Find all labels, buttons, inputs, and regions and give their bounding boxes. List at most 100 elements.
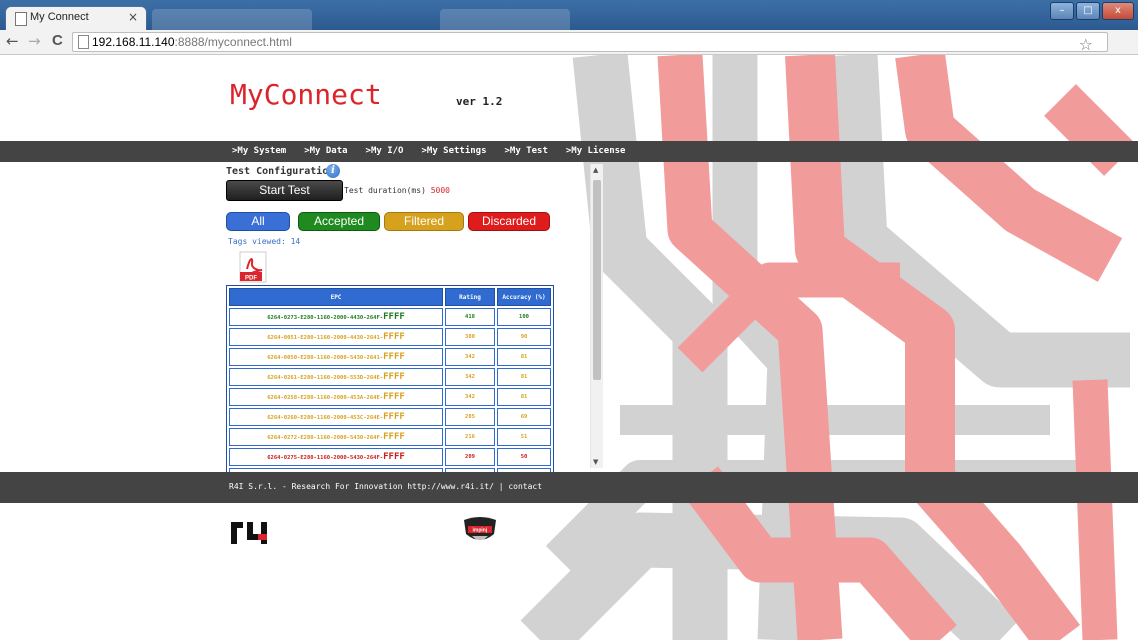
table-row[interactable]: 6264-0260-E280-1160-2000-453C-264E-FFFF 2…: [229, 408, 551, 426]
rating-cell: 216: [445, 428, 495, 446]
menu-my-settings[interactable]: >My Settings: [421, 141, 486, 162]
accuracy-cell: 50: [497, 448, 551, 466]
table-row[interactable]: 6264-0258-E280-1160-2000-453A-264E-FFFF 3…: [229, 388, 551, 406]
menu-my-io[interactable]: >My I/O: [366, 141, 404, 162]
epc-value: 6264-0258-E280-1160-2000-453A-264E-: [267, 395, 384, 401]
table-row[interactable]: 6264-0050-E280-1160-2000-5430-2641-FFFF 3…: [229, 348, 551, 366]
epc-suffix: FFFF: [383, 312, 405, 322]
test-duration-label: Test duration(ms): [344, 186, 426, 195]
epc-cell: 6264-0260-E280-1160-2000-453C-264E-FFFF: [229, 408, 443, 426]
epc-cell: 6264-0050-E280-1160-2000-5430-2641-FFFF: [229, 348, 443, 366]
accuracy-cell: 69: [497, 408, 551, 426]
column-header-epc[interactable]: EPC: [229, 288, 443, 306]
browser-tab[interactable]: My Connect ×: [6, 7, 146, 30]
epc-value: 6264-0273-E280-1160-2000-4430-264F-: [267, 315, 384, 321]
epc-suffix: FFFF: [383, 372, 405, 382]
accuracy-cell: 81: [497, 368, 551, 386]
epc-cell: 6264-0272-E280-1160-2000-5430-264F-FFFF: [229, 428, 443, 446]
accuracy-cell: 81: [497, 348, 551, 366]
table-row[interactable]: 6264-0261-E280-1160-2000-553D-264E-FFFF 3…: [229, 368, 551, 386]
scrollbar-thumb[interactable]: [593, 180, 601, 380]
rating-cell: 380: [445, 328, 495, 346]
impinj-logo-text: impinj: [473, 528, 488, 534]
tab-title: My Connect: [30, 11, 89, 23]
accuracy-cell: 81: [497, 388, 551, 406]
table-row[interactable]: 6264-0272-E280-1160-2000-5430-264F-FFFF 2…: [229, 428, 551, 446]
pdf-export-icon[interactable]: PDF: [238, 251, 270, 283]
footer-text[interactable]: R4I S.r.l. - Research For Innovation htt…: [229, 482, 542, 491]
panel-scrollbar[interactable]: ▲ ▼: [590, 164, 603, 468]
test-configuration-title: Test Configuration: [226, 166, 335, 177]
bookmark-star-icon[interactable]: ☆: [1079, 35, 1093, 54]
rating-cell: 285: [445, 408, 495, 426]
accuracy-cell: 90: [497, 328, 551, 346]
tags-viewed-count: Tags viewed: 14: [228, 237, 301, 246]
page-icon: [78, 35, 89, 49]
epc-cell: 6264-0051-E280-1160-2000-4430-2641-FFFF: [229, 328, 443, 346]
r4i-logo: r4: [229, 516, 267, 544]
minimize-button[interactable]: –: [1050, 2, 1074, 20]
column-header-accuracy[interactable]: Accuracy (%): [497, 288, 551, 306]
column-header-rating[interactable]: Rating: [445, 288, 495, 306]
epc-suffix: FFFF: [383, 352, 405, 362]
scroll-up-icon[interactable]: ▲: [593, 166, 598, 174]
r4i-logo-text: r4: [229, 516, 230, 517]
menu-my-system[interactable]: >My System: [232, 141, 286, 162]
scroll-down-icon[interactable]: ▼: [593, 458, 598, 466]
epc-suffix: FFFF: [383, 412, 405, 422]
table-row[interactable]: 6264-0275-E280-1160-2000-5430-264F-FFFF 2…: [229, 448, 551, 466]
test-panel: Test Configuration i Start Test Test dur…: [226, 162, 604, 489]
epc-value: 6264-0051-E280-1160-2000-4430-2641-: [267, 335, 384, 341]
epc-value: 6264-0050-E280-1160-2000-5430-2641-: [267, 355, 384, 361]
epc-table: EPC Rating Accuracy (%) 6264-0273-E280-1…: [226, 285, 554, 489]
back-icon[interactable]: ←: [6, 32, 19, 50]
epc-value: 6264-0272-E280-1160-2000-5430-264F-: [267, 435, 384, 441]
url-text: 192.168.11.140:8888/myconnect.html: [92, 35, 292, 49]
table-header-row: EPC Rating Accuracy (%): [229, 288, 551, 306]
pdf-label: PDF: [245, 276, 257, 282]
page-icon: [15, 12, 27, 26]
info-icon[interactable]: i: [326, 164, 340, 178]
epc-cell: 6264-0258-E280-1160-2000-453A-264E-FFFF: [229, 388, 443, 406]
epc-cell: 6264-0273-E280-1160-2000-4430-264F-FFFF: [229, 308, 443, 326]
accuracy-cell: 100: [497, 308, 551, 326]
epc-suffix: FFFF: [383, 452, 405, 462]
address-bar: ← → C 192.168.11.140:8888/myconnect.html…: [0, 30, 1138, 55]
epc-suffix: FFFF: [383, 392, 405, 402]
test-duration-value[interactable]: 5000: [431, 186, 450, 195]
epc-table-body: 6264-0273-E280-1160-2000-4430-264F-FFFF 4…: [229, 308, 551, 486]
filter-discarded-button[interactable]: Discarded: [468, 212, 550, 231]
url-input[interactable]: 192.168.11.140:8888/myconnect.html ☆: [72, 32, 1108, 54]
epc-suffix: FFFF: [383, 332, 405, 342]
footer-bar: R4I S.r.l. - Research For Innovation htt…: [0, 472, 1138, 503]
rating-cell: 342: [445, 368, 495, 386]
rating-cell: 418: [445, 308, 495, 326]
window-controls: – □ x: [1050, 2, 1134, 20]
epc-value: 6264-0275-E280-1160-2000-5430-264F-: [267, 455, 384, 461]
menu-my-test[interactable]: >My Test: [505, 141, 548, 162]
main-menu-bar: >My System >My Data >My I/O >My Settings…: [0, 141, 1138, 162]
version-label: ver 1.2: [456, 95, 503, 108]
accuracy-cell: 51: [497, 428, 551, 446]
browser-tab-background[interactable]: [152, 9, 312, 30]
table-row[interactable]: 6264-0051-E280-1160-2000-4430-2641-FFFF 3…: [229, 328, 551, 346]
close-window-button[interactable]: x: [1102, 2, 1134, 20]
menu-my-data[interactable]: >My Data: [304, 141, 347, 162]
epc-value: 6264-0261-E280-1160-2000-553D-264E-: [267, 375, 384, 381]
start-test-button[interactable]: Start Test: [226, 180, 343, 201]
filter-all-button[interactable]: All: [226, 212, 290, 231]
reload-icon[interactable]: C: [52, 32, 63, 49]
main-menu: >My System >My Data >My I/O >My Settings…: [232, 141, 625, 162]
tab-close-icon[interactable]: ×: [128, 10, 138, 24]
table-row[interactable]: 6264-0273-E280-1160-2000-4430-264F-FFFF 4…: [229, 308, 551, 326]
epc-cell: 6264-0261-E280-1160-2000-553D-264E-FFFF: [229, 368, 443, 386]
menu-my-license[interactable]: >My License: [566, 141, 626, 162]
maximize-button[interactable]: □: [1076, 2, 1100, 20]
epc-value: 6264-0260-E280-1160-2000-453C-264E-: [267, 415, 384, 421]
filter-filtered-button[interactable]: Filtered: [384, 212, 464, 231]
filter-accepted-button[interactable]: Accepted: [298, 212, 380, 231]
browser-tab-background[interactable]: [440, 9, 570, 30]
browser-tab-bar: My Connect × – □ x: [0, 0, 1138, 30]
forward-icon[interactable]: →: [28, 32, 41, 50]
impinj-logo: impinj: [464, 517, 496, 543]
